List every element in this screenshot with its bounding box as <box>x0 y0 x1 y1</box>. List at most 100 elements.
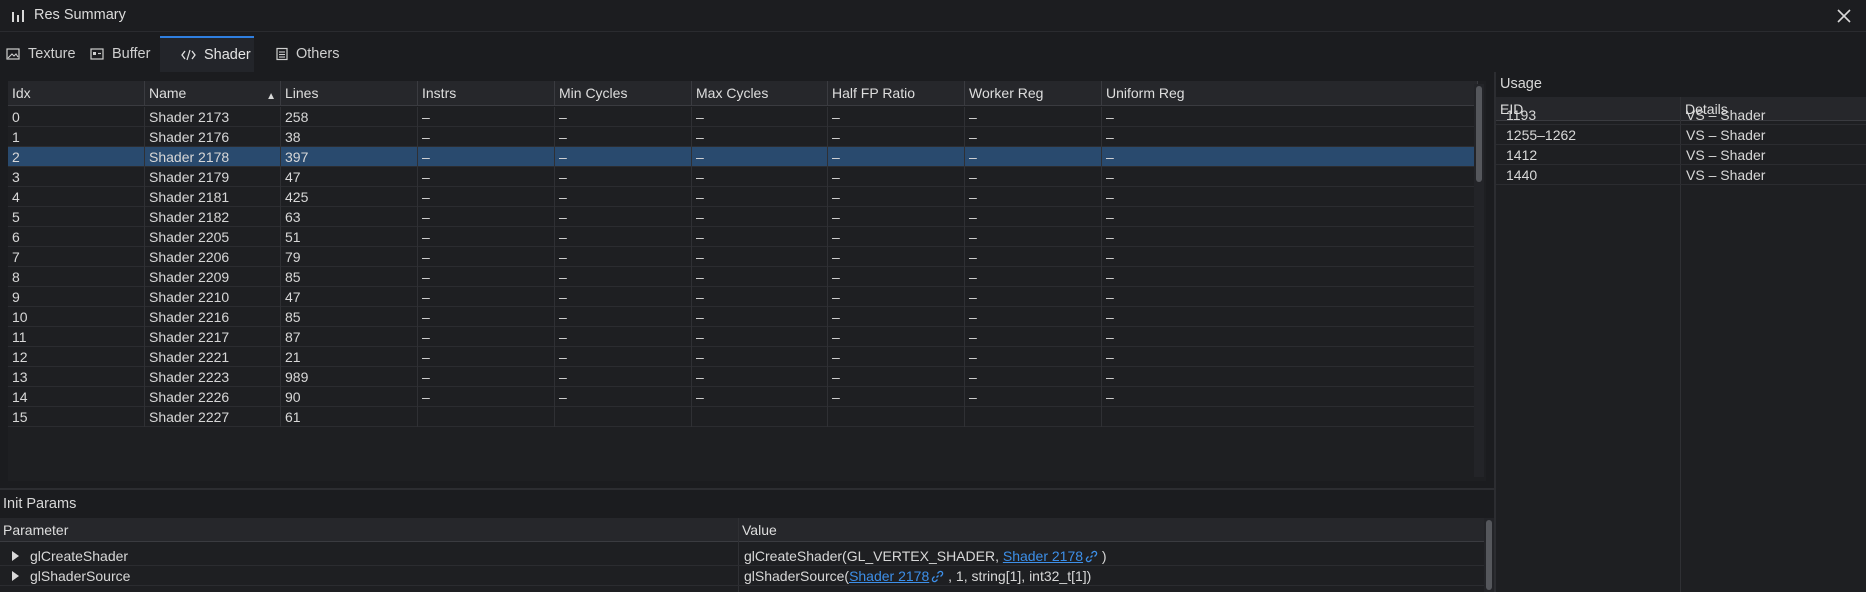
table-row[interactable]: 14 Shader 2226 90– – – – – – <box>8 387 1478 407</box>
table-cell: 38 <box>281 127 418 147</box>
tab-texture[interactable]: Texture <box>6 36 76 72</box>
table-cell <box>965 407 1102 427</box>
table-row[interactable]: 9 Shader 2210 47– – – – – – <box>8 287 1478 307</box>
table-cell: – <box>965 227 1102 247</box>
table-cell: – <box>555 207 692 227</box>
table-cell: 85 <box>281 307 418 327</box>
link-icon[interactable] <box>1085 550 1098 563</box>
table-cell: – <box>1102 207 1478 227</box>
tab-others[interactable]: Others <box>276 36 340 72</box>
table-cell: – <box>965 307 1102 327</box>
table-cell: – <box>418 307 555 327</box>
table-cell: – <box>1102 287 1478 307</box>
scrollbar-thumb[interactable] <box>1486 520 1492 590</box>
table-row[interactable]: 5 Shader 2182 63– – – – – – <box>8 207 1478 227</box>
usage-eid: 1193 <box>1506 107 1537 123</box>
bar-chart-icon <box>12 10 24 22</box>
table-cell: Shader 2206 <box>145 247 281 267</box>
table-cell: – <box>1102 347 1478 367</box>
table-row[interactable]: 8 Shader 2209 85– – – – – – <box>8 267 1478 287</box>
table-cell: – <box>828 387 965 407</box>
shader-link[interactable]: Shader 2178 <box>849 568 929 584</box>
link-icon[interactable] <box>931 570 944 583</box>
table-row[interactable]: 6 Shader 2205 51– – – – – – <box>8 227 1478 247</box>
init-header-parameter[interactable]: Parameter <box>0 518 738 542</box>
tab-buffer[interactable]: Buffer <box>90 36 150 72</box>
table-scrollbar[interactable] <box>1474 84 1484 477</box>
table-cell: Shader 2223 <box>145 367 281 387</box>
table-cell: – <box>418 247 555 267</box>
column-header[interactable]: Name ▲ <box>145 81 281 106</box>
column-header[interactable]: Lines <box>281 81 418 106</box>
column-header[interactable]: Worker Reg <box>965 81 1102 106</box>
usage-row[interactable]: 1412 VS – Shader <box>1496 145 1866 165</box>
expand-arrow-icon[interactable] <box>12 551 19 561</box>
table-cell: – <box>828 347 965 367</box>
column-header[interactable]: Half FP Ratio <box>828 81 965 106</box>
table-row[interactable]: 11 Shader 2217 87– – – – – – <box>8 327 1478 347</box>
table-cell: – <box>555 267 692 287</box>
table-row[interactable]: 4 Shader 2181 425– – – – – – <box>8 187 1478 207</box>
table-cell: Shader 2176 <box>145 127 281 147</box>
table-cell: – <box>418 267 555 287</box>
table-cell: 12 <box>8 347 145 367</box>
usage-row[interactable]: 1255–1262 VS – Shader <box>1496 125 1866 145</box>
table-cell: Shader 2226 <box>145 387 281 407</box>
column-header[interactable]: Max Cycles <box>692 81 828 106</box>
table-row[interactable]: 1 Shader 2176 38– – – – – – <box>8 127 1478 147</box>
column-header[interactable]: Min Cycles <box>555 81 692 106</box>
shader-link[interactable]: Shader 2178 <box>1003 548 1083 564</box>
table-cell: 51 <box>281 227 418 247</box>
value-suffix: , 1, string[1], int32_t[1]) <box>944 568 1092 584</box>
table-cell: – <box>692 187 828 207</box>
table-cell: – <box>965 347 1102 367</box>
column-header[interactable]: Idx <box>8 81 145 106</box>
usage-row[interactable]: 1193 VS – Shader <box>1496 105 1866 125</box>
table-cell: – <box>828 367 965 387</box>
init-params-table: Parameter Value glCreateShader glCreateSh… <box>0 518 1494 592</box>
table-row[interactable]: 3 Shader 2179 47– – – – – – <box>8 167 1478 187</box>
window-title: Res Summary <box>34 7 126 23</box>
table-cell <box>418 407 555 427</box>
table-cell: – <box>555 107 692 127</box>
table-cell: 9 <box>8 287 145 307</box>
column-header[interactable]: Instrs <box>418 81 555 106</box>
init-header-value[interactable]: Value <box>739 518 1484 542</box>
usage-eid: 1255–1262 <box>1506 127 1577 143</box>
init-params-title: Init Params <box>3 496 77 512</box>
table-row[interactable]: 13 Shader 2223 989– – – – – – <box>8 367 1478 387</box>
table-row[interactable]: 10 Shader 2216 85– – – – – – <box>8 307 1478 327</box>
table-row[interactable]: 2 Shader 2178 397– – – – – – <box>8 147 1478 167</box>
table-row[interactable]: 7 Shader 2206 79– – – – – – <box>8 247 1478 267</box>
table-cell: 63 <box>281 207 418 227</box>
tab-bar: Texture Buffer Shader Others <box>0 36 1494 72</box>
table-cell: 15 <box>8 407 145 427</box>
table-cell: – <box>1102 307 1478 327</box>
horizontal-splitter[interactable] <box>0 488 1494 490</box>
table-cell: – <box>418 207 555 227</box>
usage-title: Usage <box>1500 76 1542 92</box>
table-cell: – <box>418 347 555 367</box>
table-row[interactable]: 12 Shader 2221 21– – – – – – <box>8 347 1478 367</box>
table-cell: Shader 2227 <box>145 407 281 427</box>
init-param-row[interactable]: glCreateShader glCreateShader(GL_VERTEX_S… <box>0 546 1484 566</box>
init-params-scrollbar[interactable] <box>1484 518 1494 592</box>
column-header[interactable]: Uniform Reg <box>1102 81 1478 106</box>
table-cell: – <box>828 227 965 247</box>
table-cell: – <box>555 147 692 167</box>
table-cell: – <box>692 227 828 247</box>
tab-shader[interactable]: Shader <box>160 36 254 72</box>
table-row[interactable]: 0 Shader 2173 258– – – – – – <box>8 107 1478 127</box>
table-cell: – <box>418 107 555 127</box>
close-icon[interactable] <box>1834 6 1854 26</box>
expand-arrow-icon[interactable] <box>12 571 19 581</box>
init-param-row[interactable]: glShaderSource glShaderSource(Shader 2178… <box>0 566 1484 586</box>
scrollbar-thumb[interactable] <box>1476 86 1482 182</box>
table-row[interactable]: 15 Shader 2227 61 <box>8 407 1478 427</box>
tab-label: Others <box>296 46 340 62</box>
table-cell: – <box>692 287 828 307</box>
usage-row[interactable]: 1440 VS – Shader <box>1496 165 1866 185</box>
table-cell: Shader 2217 <box>145 327 281 347</box>
table-cell: 397 <box>281 147 418 167</box>
table-cell: – <box>555 307 692 327</box>
